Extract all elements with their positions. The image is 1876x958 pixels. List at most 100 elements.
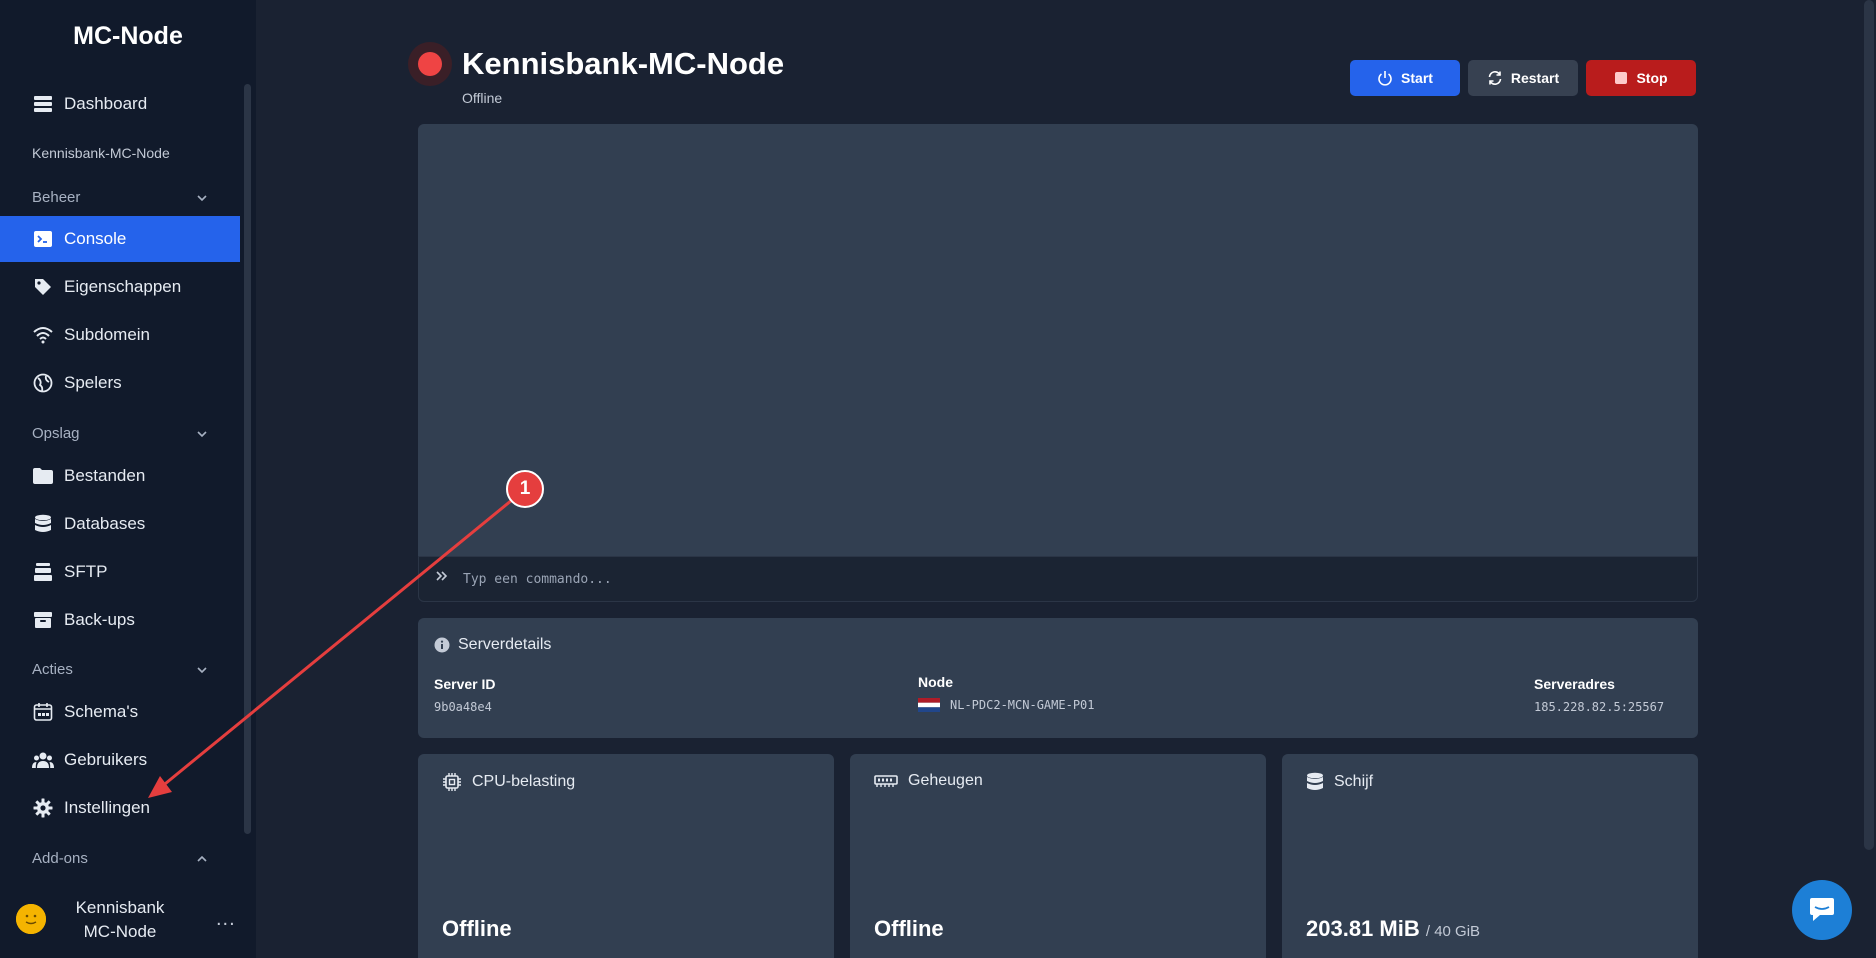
chevron-double-right-icon	[435, 569, 449, 588]
stop-button[interactable]: Stop	[1586, 60, 1696, 96]
cpu-card: CPU-belasting Offline	[418, 754, 834, 958]
disk-card: Schijf 203.81 MiB / 40 GiB	[1282, 754, 1698, 958]
section-addons[interactable]: Add-ons	[32, 850, 208, 867]
memory-icon	[874, 773, 898, 789]
sidebar-item-subdomein[interactable]: Subdomein	[0, 312, 240, 358]
start-button[interactable]: Start	[1350, 60, 1460, 96]
status-indicator-dot	[418, 52, 442, 76]
restart-button[interactable]: Restart	[1468, 60, 1578, 96]
cpu-card-value: Offline	[442, 916, 512, 941]
sidebar-item-dashboard[interactable]: Dashboard	[0, 81, 240, 127]
sidebar-item-label: Databases	[64, 514, 146, 533]
page-title: Kennisbank-MC-Node	[462, 46, 785, 81]
node-name: NL-PDC2-MCN-GAME-P01	[950, 698, 1095, 712]
database-icon	[1306, 772, 1324, 792]
chevron-down-icon	[197, 666, 207, 673]
wifi-icon	[32, 324, 54, 346]
server-details-panel: Serverdetails Server ID 9b0a48e4 Node NL…	[418, 618, 1698, 738]
server-id-label: Server ID	[434, 676, 496, 692]
sidebar-item-console[interactable]: Console	[0, 216, 240, 262]
server-id-value[interactable]: 9b0a48e4	[434, 700, 495, 714]
avatar[interactable]	[16, 904, 46, 934]
sidebar-item-sftp[interactable]: SFTP	[0, 549, 240, 595]
section-acties[interactable]: Acties	[32, 661, 208, 678]
sidebar-item-label: Eigenschappen	[64, 277, 182, 296]
sidebar-item-eigenschappen[interactable]: Eigenschappen	[0, 264, 240, 310]
node-label: Node	[918, 674, 953, 690]
sidebar-item-backups[interactable]: Back-ups	[0, 597, 240, 643]
node-block: Node NL-PDC2-MCN-GAME-P01	[918, 674, 1095, 712]
server-name-label: Kennisbank-MC-Node	[32, 145, 170, 161]
globe-icon	[32, 372, 54, 394]
info-icon	[434, 637, 450, 653]
sidebar-item-bestanden[interactable]: Bestanden	[0, 453, 240, 499]
memory-card-value: Offline	[874, 916, 944, 941]
archive-icon	[32, 609, 54, 631]
cpu-chip-icon	[442, 772, 462, 792]
disk-usage: 203.81 MiB	[1306, 916, 1420, 941]
sidebar-item-label: Console	[64, 229, 127, 248]
section-label: Add-ons	[32, 850, 88, 867]
user-name: Kennisbank MC-Node	[75, 898, 165, 941]
cpu-card-title: CPU-belasting	[442, 772, 575, 792]
sidebar-item-label: Spelers	[64, 373, 122, 392]
node-value[interactable]: NL-PDC2-MCN-GAME-P01	[918, 698, 1095, 712]
section-label: Opslag	[32, 425, 80, 442]
memory-card-label: Geheugen	[908, 772, 983, 789]
sidebar-item-label: Back-ups	[64, 610, 135, 629]
sidebar-item-label: Schema's	[64, 702, 139, 721]
sidebar-item-databases[interactable]: Databases	[0, 501, 240, 547]
sidebar: MC-Node Dashboard Kennisbank-MC-Node Beh…	[0, 0, 256, 958]
sidebar-item-instellingen[interactable]: Instellingen	[0, 785, 240, 831]
sidebar-item-label: SFTP	[64, 562, 108, 581]
netherlands-flag-icon	[918, 698, 940, 712]
tag-icon	[32, 276, 54, 298]
server-icon	[32, 561, 54, 583]
sidebar-item-schemas[interactable]: Schema's	[0, 689, 240, 735]
database-icon	[32, 513, 54, 535]
command-input[interactable]	[463, 567, 1663, 591]
console-output[interactable]	[418, 124, 1698, 556]
server-id-block: Server ID 9b0a48e4	[434, 676, 495, 714]
memory-card-title: Geheugen	[874, 772, 983, 790]
section-opslag[interactable]: Opslag	[32, 425, 208, 442]
section-label: Acties	[32, 661, 73, 678]
refresh-icon	[1487, 70, 1503, 86]
sidebar-item-label: Gebruikers	[64, 750, 148, 769]
annotation-badge: 1	[506, 470, 544, 508]
section-label: Beheer	[32, 189, 81, 206]
section-beheer[interactable]: Beheer	[32, 189, 208, 206]
brand-title[interactable]: MC-Node	[0, 22, 256, 51]
disk-card-title: Schijf	[1306, 772, 1373, 792]
chat-bubble-icon	[1810, 898, 1834, 921]
sidebar-item-label: Bestanden	[64, 466, 146, 485]
calendar-icon	[32, 701, 54, 723]
server-address-block: Serveradres 185.228.82.5:25567	[1534, 676, 1664, 714]
smiley-icon	[16, 904, 46, 934]
stop-icon	[1614, 71, 1628, 85]
chevron-down-icon	[197, 194, 207, 201]
sidebar-item-label: Dashboard	[64, 94, 148, 113]
disk-card-label: Schijf	[1334, 773, 1374, 790]
server-details-title: Serverdetails	[434, 636, 551, 654]
command-bar	[418, 556, 1698, 602]
terminal-icon	[32, 228, 54, 250]
gear-icon	[32, 797, 54, 819]
server-address-value[interactable]: 185.228.82.5:25567	[1534, 700, 1664, 714]
user-profile[interactable]: Kennisbank MC-Node ...	[16, 894, 246, 944]
more-options-icon[interactable]: ...	[216, 908, 236, 931]
disk-card-value: 203.81 MiB / 40 GiB	[1306, 916, 1480, 942]
cpu-card-label: CPU-belasting	[472, 773, 576, 790]
users-icon	[32, 749, 54, 771]
sidebar-scrollbar[interactable]	[244, 84, 251, 834]
server-details-title-text: Serverdetails	[458, 636, 552, 653]
restart-button-label: Restart	[1510, 70, 1560, 86]
server-address-label: Serveradres	[1534, 676, 1615, 692]
page-scrollbar[interactable]	[1864, 0, 1874, 850]
chevron-down-icon	[197, 430, 207, 437]
server-status-text: Offline	[462, 90, 503, 106]
folder-icon	[32, 465, 54, 487]
sidebar-item-spelers[interactable]: Spelers	[0, 360, 240, 406]
chat-button[interactable]	[1792, 880, 1852, 940]
sidebar-item-gebruikers[interactable]: Gebruikers	[0, 737, 240, 783]
